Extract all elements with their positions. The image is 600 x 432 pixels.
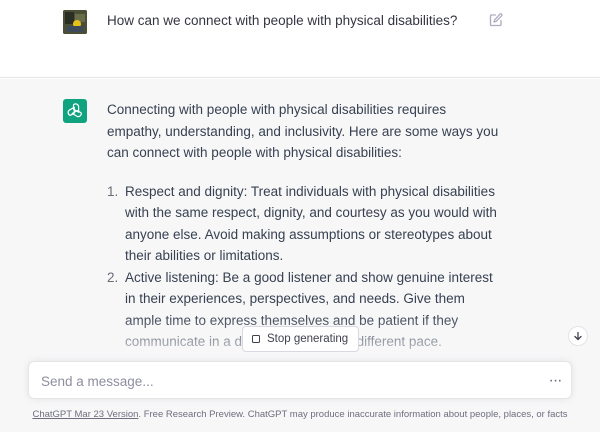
footer-text: . Free Research Preview. ChatGPT may pro…: [138, 409, 568, 420]
user-message-text: How can we connect with people with phys…: [107, 13, 458, 28]
more-dots-icon[interactable]: ···: [545, 371, 565, 391]
user-message-row: How can we connect with people with phys…: [0, 0, 600, 78]
footer-disclaimer: ChatGPT Mar 23 Version. Free Research Pr…: [0, 409, 600, 420]
arrow-down-icon: [574, 331, 582, 341]
message-input[interactable]: [41, 371, 521, 391]
message-composer: ···: [28, 361, 572, 399]
stop-generating-button[interactable]: Stop generating: [242, 326, 359, 352]
list-item-number: 1.: [107, 183, 119, 199]
openai-logo-icon: [63, 99, 87, 123]
list-item-text: Respect and dignity: Treat individuals w…: [125, 183, 497, 264]
scroll-to-bottom-button[interactable]: [568, 326, 588, 346]
user-avatar: [63, 10, 87, 34]
list-item: 1. Respect and dignity: Treat individual…: [107, 181, 502, 267]
version-link[interactable]: ChatGPT Mar 23 Version: [32, 409, 138, 420]
assistant-answer: Connecting with people with physical dis…: [107, 99, 502, 353]
edit-icon[interactable]: [488, 12, 504, 28]
list-item-number: 2.: [107, 269, 119, 285]
stop-generating-label: Stop generating: [267, 333, 349, 345]
stop-square-icon: [252, 335, 260, 343]
answer-intro: Connecting with people with physical dis…: [107, 102, 499, 160]
